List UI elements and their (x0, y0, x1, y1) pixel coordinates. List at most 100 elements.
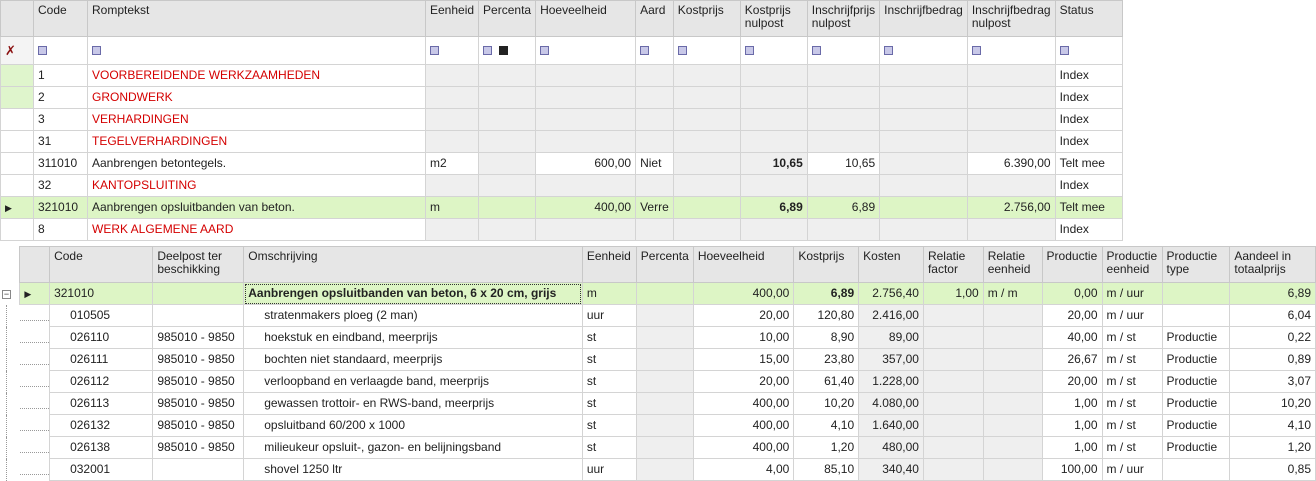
col-omschrijving[interactable]: Omschrijving (243, 246, 583, 283)
col-deelpost[interactable]: Deelpost ter beschikking (152, 246, 245, 283)
col-eenheid[interactable]: Eenheid (424, 0, 480, 37)
cell-productie-type[interactable] (1161, 458, 1231, 481)
cell-aard[interactable] (635, 108, 674, 131)
cell-kostprijs[interactable]: 23,80 (793, 348, 860, 371)
cell-percentage[interactable] (478, 196, 537, 219)
cell-inschrijfprijs-nulpost[interactable] (806, 130, 881, 153)
cell-deelpost[interactable] (152, 458, 245, 481)
cell-hoeveelheid[interactable]: 400,00 (535, 196, 637, 219)
cell-kosten[interactable]: 340,40 (858, 458, 924, 481)
row-indicator[interactable] (0, 108, 34, 131)
cell-relatie-factor[interactable] (922, 392, 984, 415)
cell-productie[interactable]: 20,00 (1041, 304, 1103, 327)
cell-hoeveelheid[interactable]: 4,00 (692, 458, 795, 481)
cell-aard[interactable] (635, 174, 674, 197)
cell-percentage[interactable] (635, 282, 694, 305)
cell-code[interactable]: 31 (33, 130, 88, 153)
cell-productie-type[interactable]: Productie (1161, 392, 1231, 415)
cell-inschrijfbedrag[interactable] (879, 130, 968, 153)
cell-kostprijs[interactable] (672, 64, 741, 87)
col-eenheid[interactable]: Eenheid (581, 246, 637, 283)
cell-code[interactable]: 8 (33, 218, 88, 241)
cell-hoeveelheid[interactable]: 400,00 (692, 436, 795, 459)
cell-inschrijfbedrag[interactable] (879, 108, 968, 131)
cell-productie-eenheid[interactable]: m / st (1101, 392, 1163, 415)
cell-aard[interactable] (635, 64, 674, 87)
col-romptekst[interactable]: Romptekst (87, 0, 426, 37)
cell-kostprijs-nulpost[interactable] (739, 64, 808, 87)
cell-percentage[interactable] (635, 392, 694, 415)
cell-hoeveelheid[interactable]: 20,00 (692, 304, 795, 327)
table-row[interactable]: 026113 985010 - 9850 gewassen trottoir- en… (0, 392, 1316, 415)
filter-inschrijfbedrag[interactable] (879, 36, 968, 65)
cell-productie-eenheid[interactable]: m / st (1101, 436, 1163, 459)
row-indicator[interactable] (0, 130, 34, 153)
cell-aard[interactable] (635, 86, 674, 109)
col-status[interactable]: Status (1054, 0, 1123, 37)
cell-code[interactable]: 026138 (49, 436, 154, 459)
cell-productie-type[interactable] (1161, 304, 1231, 327)
cell-hoeveelheid[interactable] (535, 218, 637, 241)
filter-inschrijfprijs-nulpost[interactable] (806, 36, 881, 65)
row-indicator[interactable] (19, 304, 50, 327)
cell-kostprijs[interactable]: 120,80 (793, 304, 860, 327)
cell-kosten[interactable]: 2.756,40 (858, 282, 924, 305)
cell-code[interactable]: 026111 (49, 348, 154, 371)
cell-deelpost[interactable] (152, 282, 245, 305)
cell-status[interactable]: Index (1054, 108, 1123, 131)
row-indicator[interactable] (0, 64, 34, 87)
cell-deelpost[interactable]: 985010 - 9850 (152, 348, 245, 371)
cell-code[interactable]: 3 (33, 108, 88, 131)
row-indicator[interactable] (19, 436, 50, 459)
cell-kostprijs-nulpost[interactable]: 10,65 (739, 152, 808, 175)
filter-hoeveelheid[interactable] (535, 36, 637, 65)
cell-deelpost[interactable]: 985010 - 9850 (152, 414, 245, 437)
cell-inschrijfprijs-nulpost[interactable]: 6,89 (806, 196, 881, 219)
table-row[interactable]: 026138 985010 - 9850 milieukeur opsluit-, … (0, 436, 1316, 459)
cell-status[interactable]: Index (1054, 130, 1123, 153)
cell-productie[interactable]: 20,00 (1041, 370, 1103, 393)
table-row[interactable]: 026111 985010 - 9850 bochten niet standaar… (0, 348, 1316, 371)
cell-code[interactable]: 026113 (49, 392, 154, 415)
cell-romptekst[interactable]: GRONDWERK (87, 86, 426, 109)
row-indicator[interactable] (0, 86, 34, 109)
cell-inschrijfprijs-nulpost[interactable] (806, 86, 881, 109)
cell-aandeel[interactable]: 0,85 (1229, 458, 1316, 481)
cell-kostprijs-nulpost[interactable] (739, 130, 808, 153)
col-relatie-eenheid[interactable]: Relatie eenheid (982, 246, 1043, 283)
cell-kostprijs[interactable] (672, 108, 741, 131)
cell-code[interactable]: 311010 (33, 152, 88, 175)
cell-eenheid[interactable]: uur (581, 304, 637, 327)
col-productie-type[interactable]: Productie type (1161, 246, 1231, 283)
filter-percentage[interactable] (478, 36, 537, 65)
cell-relatie-eenheid[interactable] (982, 304, 1043, 327)
cell-eenheid[interactable]: m (581, 282, 637, 305)
cell-eenheid[interactable] (424, 108, 480, 131)
cell-percentage[interactable] (635, 326, 694, 349)
col-percentage[interactable]: Percenta (478, 0, 537, 37)
col-kostprijs-nulpost[interactable]: Kostprijs nulpost (739, 0, 808, 37)
cell-relatie-eenheid[interactable] (982, 348, 1043, 371)
cell-inschrijfbedrag-nulpost[interactable] (966, 86, 1056, 109)
cell-relatie-factor[interactable] (922, 436, 984, 459)
cell-inschrijfbedrag[interactable] (879, 218, 968, 241)
cell-status[interactable]: Index (1054, 174, 1123, 197)
cell-omschrijving[interactable]: verloopband en verlaagde band, meerprijs (243, 370, 583, 393)
col-percentage[interactable]: Percenta (635, 246, 694, 283)
cell-percentage[interactable] (478, 218, 537, 241)
cell-kostprijs[interactable]: 6,89 (793, 282, 860, 305)
table-row[interactable]: 31 TEGELVERHARDINGEN Index (0, 130, 1123, 153)
cell-percentage[interactable] (635, 370, 694, 393)
cell-productie-eenheid[interactable]: m / st (1101, 326, 1163, 349)
col-inschrijfprijs-nulpost[interactable]: Inschrijfprijs nulpost (806, 0, 881, 37)
cell-code[interactable]: 2 (33, 86, 88, 109)
cell-deelpost[interactable]: 985010 - 9850 (152, 436, 245, 459)
table-row[interactable]: 026110 985010 - 9850 hoekstuk en eindband,… (0, 326, 1316, 349)
cell-productie-type[interactable]: Productie (1161, 326, 1231, 349)
filter-inschrijfbedrag-nulpost[interactable] (966, 36, 1056, 65)
filter-kostprijs-nulpost[interactable] (739, 36, 808, 65)
cell-kostprijs[interactable]: 10,20 (793, 392, 860, 415)
cell-aard[interactable]: Verre (635, 196, 674, 219)
collapse-icon[interactable]: − (0, 282, 20, 305)
cell-romptekst[interactable]: Aanbrengen betontegels. (87, 152, 426, 175)
